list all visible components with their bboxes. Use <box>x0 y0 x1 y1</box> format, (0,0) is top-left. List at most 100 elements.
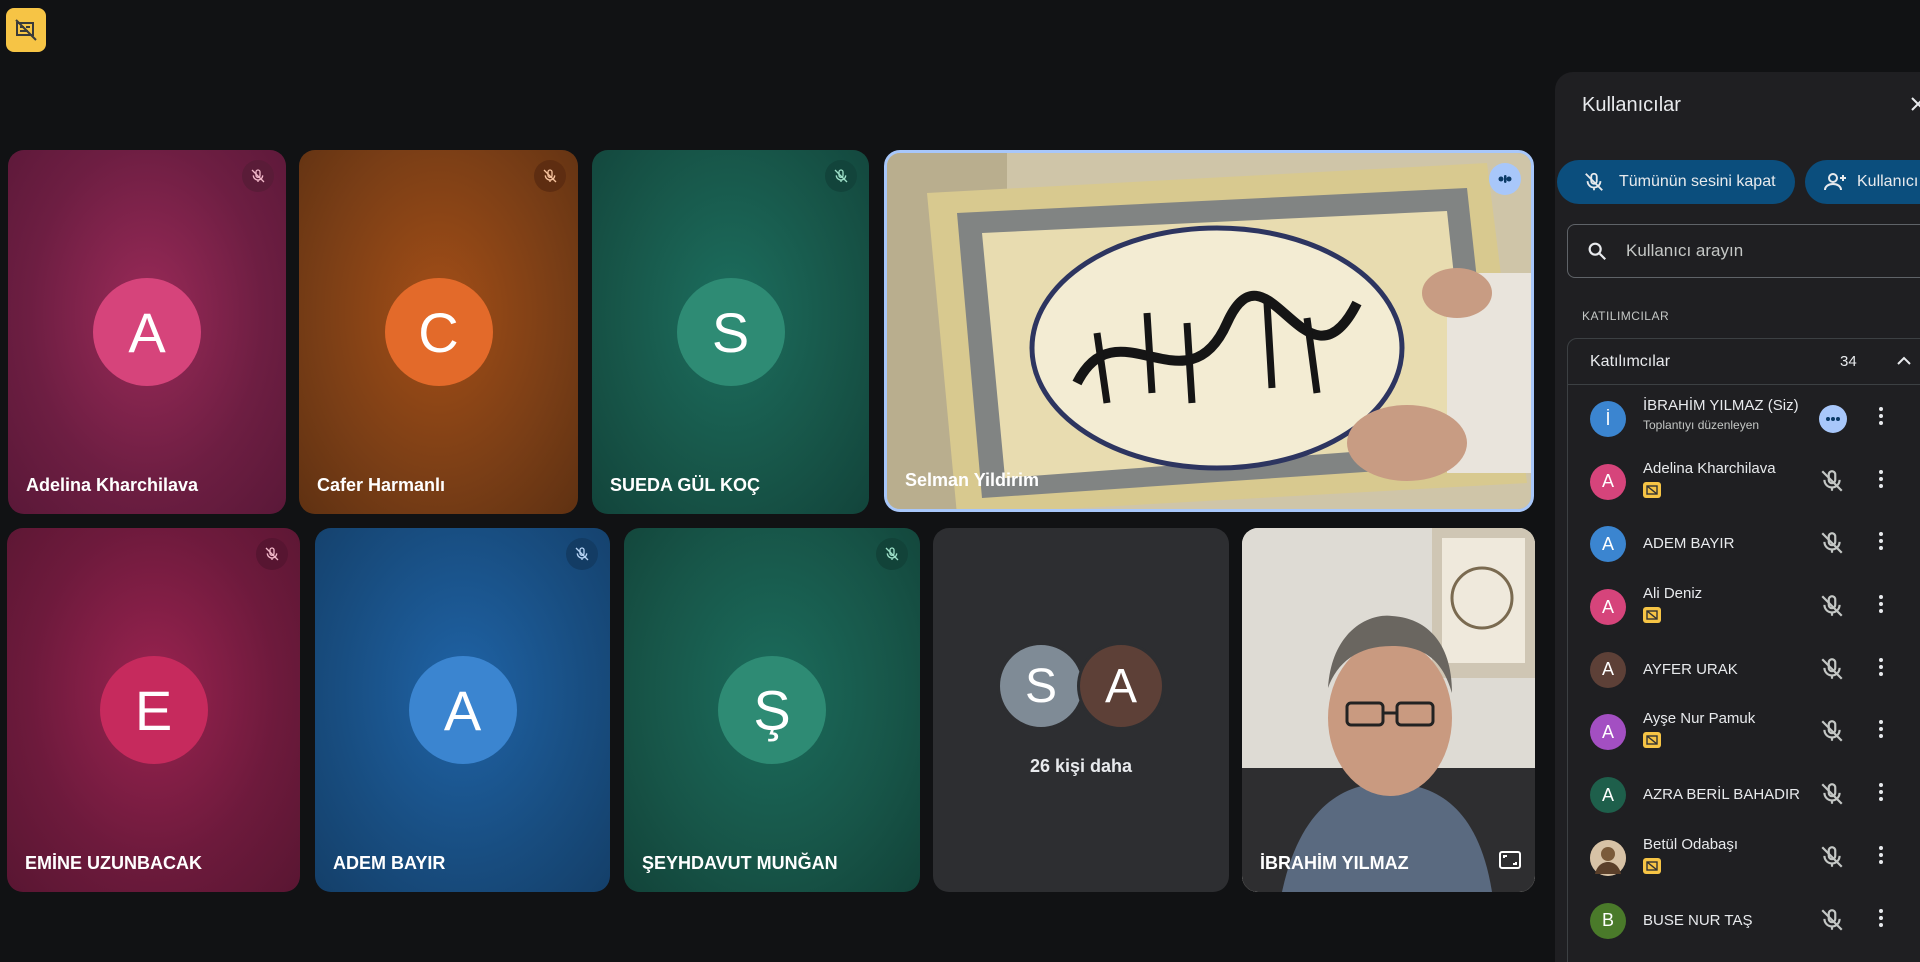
kebab-menu-icon[interactable] <box>1878 468 1884 495</box>
captions-off-icon[interactable] <box>6 8 46 52</box>
more-participants-label: 26 kişi daha <box>1029 756 1133 776</box>
participant-name: Ayşe Nur Pamuk <box>1643 710 1756 728</box>
participant-role: Toplantıyı düzenleyen <box>1643 418 1760 432</box>
avatar: C <box>384 278 493 386</box>
avatar: A <box>408 656 517 764</box>
participant-name: EMİNE UZUNBACAK <box>25 853 202 873</box>
kebab-menu-icon[interactable] <box>1878 593 1884 620</box>
self-video-tile[interactable]: İBRAHİM YILMAZ <box>1242 528 1535 892</box>
captions-badge-icon <box>1643 732 1661 749</box>
avatar: A <box>1590 526 1626 563</box>
mic-off-icon <box>825 160 857 192</box>
add-user-label: Kullanıcı <box>1857 173 1919 190</box>
participant-name: AYFER URAK <box>1643 660 1738 678</box>
avatar: B <box>1590 902 1626 939</box>
mute-all-button[interactable]: Tümünün sesini kapat <box>1557 160 1795 204</box>
participant-name: ŞEYHDAVUT MUNĞAN <box>642 853 838 873</box>
self-video-frame <box>1242 528 1535 892</box>
kebab-menu-icon[interactable] <box>1878 530 1884 557</box>
avatar-stack: S A <box>997 642 1167 732</box>
avatar: S <box>676 278 785 386</box>
avatar: A <box>1590 777 1626 814</box>
avatar: A <box>1590 714 1626 751</box>
mic-off-icon <box>566 538 598 570</box>
mic-off-icon[interactable] <box>1819 907 1845 938</box>
avatar: E <box>99 656 208 764</box>
avatar: A <box>1077 642 1165 730</box>
add-user-icon <box>1824 173 1846 191</box>
list-item[interactable]: B BUSE NUR TAŞ <box>1568 889 1920 952</box>
mic-off-icon[interactable] <box>1819 468 1845 499</box>
participant-count: 34 <box>1840 353 1857 370</box>
mic-off-icon <box>242 160 274 192</box>
avatar: A <box>1590 589 1626 626</box>
chevron-up-icon[interactable] <box>1894 351 1914 376</box>
mic-off-icon[interactable] <box>1819 844 1845 875</box>
participant-name: İBRAHİM YILMAZ <box>1260 853 1409 873</box>
mic-off-icon[interactable] <box>1819 530 1845 561</box>
participant-tile[interactable]: A Adelina Kharchilava <box>8 150 286 514</box>
participant-name: Ali Deniz <box>1643 585 1703 603</box>
panel-title: Kullanıcılar <box>1582 94 1681 116</box>
participant-tile[interactable]: A ADEM BAYIR <box>315 528 610 892</box>
participant-name: SUEDA GÜL KOÇ <box>610 475 761 495</box>
more-participants-tile[interactable]: S A 26 kişi daha <box>933 528 1229 892</box>
add-user-button[interactable]: Kullanıcı <box>1805 160 1920 204</box>
list-item[interactable]: A Ayşe Nur Pamuk <box>1568 700 1920 763</box>
participant-name: ADEM BAYIR <box>333 853 446 873</box>
participant-tile[interactable]: C Cafer Harmanlı <box>299 150 578 514</box>
participant-tile[interactable]: Ş ŞEYHDAVUT MUNĞAN <box>624 528 920 892</box>
calligraphy-video-frame <box>887 153 1531 509</box>
participant-name: Adelina Kharchilava <box>26 475 199 495</box>
captions-badge-icon <box>1643 607 1661 624</box>
kebab-menu-icon[interactable] <box>1878 656 1884 683</box>
participants-group-header[interactable]: Katılımcılar <box>1568 339 1920 385</box>
kebab-menu-icon[interactable] <box>1878 781 1884 808</box>
mic-off-icon <box>534 160 566 192</box>
participant-name: Cafer Harmanlı <box>317 475 446 495</box>
participant-name: ADEM BAYIR <box>1643 535 1735 553</box>
kebab-menu-icon[interactable] <box>1878 907 1884 934</box>
list-item[interactable]: A Adelina Kharchilava <box>1568 450 1920 513</box>
meeting-screen: A Adelina Kharchilava C Cafer Harmanlı S… <box>0 0 1920 962</box>
captions-badge-icon <box>1643 857 1661 874</box>
avatar: Ş <box>718 656 826 764</box>
participant-video-tile[interactable]: Selman Yildirim <box>884 150 1534 512</box>
mic-off-icon <box>1585 172 1603 191</box>
list-item[interactable]: Betül Odabaşı <box>1568 826 1920 889</box>
participant-list: İ İBRAHİM YILMAZ (Siz) Toplantıyı düzenl… <box>1568 387 1920 951</box>
more-options-icon[interactable] <box>1819 405 1847 433</box>
list-item[interactable]: A AZRA BERİL BAHADIR <box>1568 763 1920 826</box>
close-icon[interactable] <box>1908 94 1920 119</box>
list-item[interactable]: İ İBRAHİM YILMAZ (Siz) Toplantıyı düzenl… <box>1568 387 1920 450</box>
mic-off-icon[interactable] <box>1819 781 1845 812</box>
list-item[interactable]: A ADEM BAYIR <box>1568 512 1920 575</box>
mic-off-icon[interactable] <box>1819 593 1845 624</box>
kebab-menu-icon[interactable] <box>1878 844 1884 871</box>
list-item[interactable]: A Ali Deniz <box>1568 575 1920 638</box>
kebab-menu-icon[interactable] <box>1878 718 1884 745</box>
participant-tile[interactable]: S SUEDA GÜL KOÇ <box>592 150 869 514</box>
avatar: A <box>1590 651 1626 688</box>
mute-all-label: Tümünün sesini kapat <box>1619 173 1776 190</box>
participants-panel: Kullanıcılar Tümünün sesini kapat Kullan… <box>1555 72 1920 962</box>
avatar: İ <box>1590 401 1626 437</box>
participant-name: Selman Yildirim <box>905 470 1040 490</box>
mic-off-icon[interactable] <box>1819 656 1845 687</box>
avatar: S <box>997 642 1085 730</box>
participant-name: İBRAHİM YILMAZ (Siz) <box>1643 397 1799 414</box>
fullscreen-icon[interactable] <box>1499 851 1521 874</box>
participant-tile[interactable]: E EMİNE UZUNBACAK <box>7 528 300 892</box>
kebab-menu-icon[interactable] <box>1878 405 1884 432</box>
participant-name: Betül Odabaşı <box>1643 835 1739 853</box>
participant-name: Adelina Kharchilava <box>1643 459 1776 477</box>
participant-name: BUSE NUR TAŞ <box>1643 911 1753 929</box>
avatar: A <box>1590 463 1626 500</box>
avatar-photo <box>1590 839 1626 876</box>
avatar: A <box>93 278 201 386</box>
search-field[interactable] <box>1567 224 1920 278</box>
list-item[interactable]: A AYFER URAK <box>1568 638 1920 701</box>
captions-badge-icon <box>1643 481 1661 498</box>
search-input[interactable] <box>1626 241 1906 261</box>
mic-off-icon[interactable] <box>1819 718 1845 749</box>
